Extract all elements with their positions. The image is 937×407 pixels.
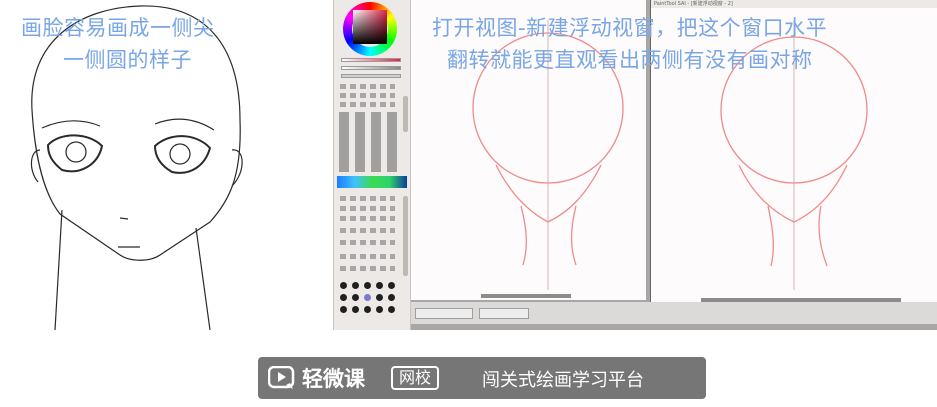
option-row[interactable] xyxy=(340,206,395,211)
options-scrollbar[interactable] xyxy=(403,196,408,276)
brush-size-dot[interactable] xyxy=(340,306,347,313)
caption-right-line2: 翻转就能更直观看出两侧有没有画对称 xyxy=(447,48,813,72)
brush-size-dot[interactable] xyxy=(364,282,371,289)
brush-size-dot[interactable] xyxy=(340,294,347,301)
saturation-slider[interactable] xyxy=(341,58,401,62)
caption-left-line1: 画脸容易画成一侧尖 xyxy=(21,16,215,40)
watermark-brand: 轻微课 xyxy=(302,367,365,391)
brush-size-dot[interactable] xyxy=(376,282,383,289)
brush-size-dot[interactable] xyxy=(352,306,359,313)
toolbar-row[interactable] xyxy=(340,102,395,107)
brush-size-grid[interactable] xyxy=(340,280,402,320)
brush-tool-grid[interactable] xyxy=(339,112,401,172)
brush-size-dot[interactable] xyxy=(388,282,395,289)
document-tabs-bar xyxy=(411,302,937,324)
brush-size-dot[interactable] xyxy=(388,294,395,301)
color-picker-square[interactable] xyxy=(353,10,387,44)
canvas-hscroll[interactable] xyxy=(481,294,571,298)
toolbar-row[interactable] xyxy=(340,93,395,98)
option-row[interactable] xyxy=(340,228,395,233)
opacity-slider[interactable] xyxy=(341,74,401,78)
toolbar-row[interactable] xyxy=(340,84,395,89)
value-slider[interactable] xyxy=(341,66,401,70)
watermark-badge: 网校 xyxy=(391,366,440,390)
tool-palette xyxy=(333,0,411,330)
document-tab[interactable] xyxy=(479,308,529,319)
option-row[interactable] xyxy=(340,266,395,271)
play-chat-logo-icon xyxy=(268,366,295,389)
brush-size-dot[interactable] xyxy=(352,282,359,289)
brush-size-dot[interactable] xyxy=(388,306,395,313)
swatch-bar[interactable] xyxy=(337,176,407,188)
brush-scrollbar[interactable] xyxy=(403,96,408,132)
option-row[interactable] xyxy=(340,216,395,221)
document-tab[interactable] xyxy=(415,308,473,319)
brush-size-dot[interactable] xyxy=(376,306,383,313)
watermark-slogan: 闯关式绘画学习平台 xyxy=(482,370,644,391)
caption-left-line2: 一侧圆的样子 xyxy=(63,48,192,72)
brush-size-dot[interactable] xyxy=(352,294,359,301)
option-row[interactable] xyxy=(340,196,395,201)
option-row[interactable] xyxy=(340,240,395,245)
caption-right-line1: 打开视图-新建浮动视窗，把这个窗口水平 xyxy=(432,16,828,40)
brush-size-dot[interactable] xyxy=(340,282,347,289)
brush-size-dot[interactable] xyxy=(376,294,383,301)
brush-size-dot-selected[interactable] xyxy=(364,294,371,301)
brush-size-dot[interactable] xyxy=(364,306,371,313)
option-row[interactable] xyxy=(340,254,395,259)
